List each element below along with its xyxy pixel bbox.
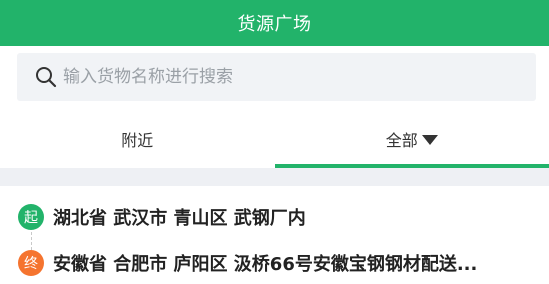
route-connector-line — [31, 232, 32, 250]
search-icon — [35, 66, 57, 88]
route-end-row: 终 安徽省 合肥市 庐阳区 汲桥66号安徽宝钢钢材配送... — [18, 250, 533, 276]
search-bar[interactable] — [17, 53, 536, 101]
section-divider — [0, 168, 549, 186]
page-title: 货源广场 — [237, 14, 312, 35]
start-address: 湖北省 武汉市 青山区 武钢厂内 — [53, 208, 306, 229]
app-header: 货源广场 — [0, 0, 549, 46]
start-badge: 起 — [18, 204, 44, 230]
search-input[interactable] — [63, 67, 503, 87]
caret-down-icon — [421, 135, 438, 145]
cargo-listing-card[interactable]: 起 湖北省 武汉市 青山区 武钢厂内 终 安徽省 合肥市 庐阳区 汲桥66号安徽… — [0, 186, 549, 284]
tab-all[interactable]: 全部 — [274, 110, 549, 168]
tab-nearby-label: 附近 — [121, 131, 154, 150]
end-address: 安徽省 合肥市 庐阳区 汲桥66号安徽宝钢钢材配送... — [53, 254, 478, 275]
tab-bar: 附近 全部 — [0, 110, 549, 168]
route-start-row: 起 湖北省 武汉市 青山区 武钢厂内 — [18, 204, 533, 230]
end-badge: 终 — [18, 250, 44, 276]
tab-nearby[interactable]: 附近 — [0, 110, 275, 168]
tab-all-label: 全部 — [385, 131, 418, 150]
